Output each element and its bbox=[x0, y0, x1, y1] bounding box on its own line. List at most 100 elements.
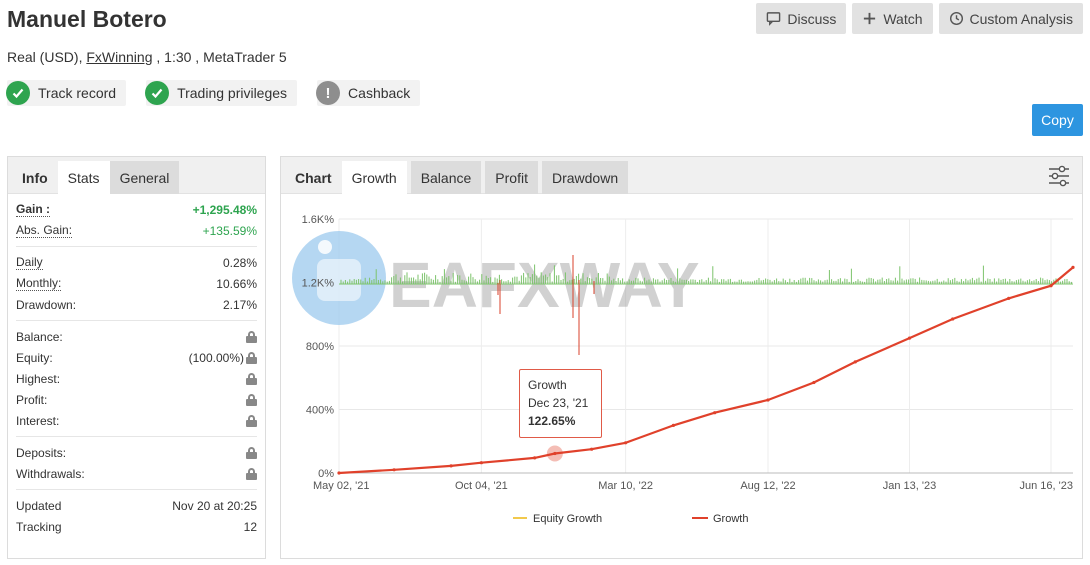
custom-analysis-button[interactable]: Custom Analysis bbox=[938, 3, 1083, 34]
stat-row-updated: Updated Nov 20 at 20:25 bbox=[16, 495, 257, 516]
lock-icon bbox=[246, 468, 257, 481]
stat-value: (100.00%) bbox=[189, 351, 257, 365]
growth-point bbox=[907, 336, 912, 340]
stat-value: Nov 20 at 20:25 bbox=[172, 498, 257, 513]
tab-drawdown[interactable]: Drawdown bbox=[541, 161, 629, 194]
stat-label: Updated bbox=[16, 498, 62, 513]
tab-profit[interactable]: Profit bbox=[485, 161, 538, 194]
growth-point bbox=[812, 380, 816, 385]
lock-icon bbox=[246, 447, 257, 460]
account-type: Real (USD), bbox=[7, 49, 83, 65]
stat-label: Balance: bbox=[16, 329, 63, 344]
check-icon bbox=[145, 81, 170, 105]
watch-button[interactable]: Watch bbox=[852, 3, 933, 34]
sliders-icon[interactable] bbox=[1048, 165, 1070, 187]
stat-row-highest: Highest: bbox=[16, 368, 257, 389]
growth-point bbox=[392, 468, 396, 472]
lock-icon bbox=[246, 352, 257, 365]
copy-button[interactable]: Copy bbox=[1032, 104, 1083, 136]
stat-value: +1,295.48% bbox=[192, 202, 257, 217]
stat-value bbox=[244, 467, 257, 481]
top-actions: Discuss Watch Custom Analysis bbox=[756, 3, 1083, 34]
stat-row-balance: Balance: bbox=[16, 326, 257, 347]
growth-point bbox=[671, 423, 675, 427]
stat-row-interest: Interest: bbox=[16, 410, 257, 431]
stat-label[interactable]: Abs. Gain: bbox=[16, 223, 73, 238]
check-icon bbox=[6, 81, 30, 105]
watermark-logo-dot bbox=[318, 240, 332, 254]
stats-group-transfers: Deposits: Withdrawals: bbox=[16, 437, 257, 490]
stat-row-equity: Equity: (100.00%) bbox=[16, 347, 257, 368]
tab-balance[interactable]: Balance bbox=[410, 161, 482, 194]
x-tick-label: Mar 10, '22 bbox=[598, 480, 653, 492]
tab-chart[interactable]: Chart bbox=[287, 161, 342, 194]
stat-label: Equity: bbox=[16, 350, 53, 365]
legend-growth-label[interactable]: Growth bbox=[713, 513, 748, 525]
stat-label: Highest: bbox=[16, 371, 61, 386]
stats-panel: Info Stats General Gain : +1,295.48% Abs… bbox=[7, 156, 266, 559]
badge-cashback[interactable]: ! Cashback bbox=[316, 80, 421, 106]
chart-tabs: Chart Growth Balance Profit Drawdown bbox=[281, 157, 1082, 194]
watch-label: Watch bbox=[883, 10, 923, 27]
stat-value: 0.28% bbox=[222, 255, 257, 270]
growth-point bbox=[1049, 284, 1053, 288]
tab-stats[interactable]: Stats bbox=[57, 161, 110, 194]
stat-label[interactable]: Daily bbox=[16, 255, 43, 270]
stat-row-abs-gain: Abs. Gain: +135.59% bbox=[16, 220, 257, 241]
hover-marker bbox=[546, 445, 563, 462]
stat-value: 12 bbox=[243, 519, 257, 534]
stat-row-tracking: Tracking 12 bbox=[16, 516, 257, 537]
growth-point bbox=[713, 411, 717, 415]
growth-point bbox=[590, 447, 594, 451]
chart-legend: Equity Growth Growth bbox=[513, 513, 748, 525]
account-subtitle: Real (USD), FxWinning , 1:30 , MetaTrade… bbox=[7, 49, 287, 65]
chart-panel: Chart Growth Balance Profit Drawdown EAF… bbox=[280, 156, 1083, 559]
growth-point bbox=[624, 441, 628, 445]
x-tick-label: Aug 12, '22 bbox=[740, 480, 795, 492]
tab-info[interactable]: Info bbox=[14, 161, 58, 194]
stat-label[interactable]: Monthly: bbox=[16, 276, 62, 291]
growth-point bbox=[1071, 265, 1075, 269]
tooltip-value: 122.65% bbox=[528, 414, 576, 428]
stat-label: Withdrawals: bbox=[16, 466, 85, 481]
x-tick-label: Jan 13, '23 bbox=[883, 480, 936, 492]
badge-track-record[interactable]: Track record bbox=[6, 80, 127, 106]
growth-chart[interactable]: EAFXWAY 0% 400% 800% 1.2K% 1.6K% May 02, '21 O… bbox=[281, 195, 1082, 559]
discuss-button[interactable]: Discuss bbox=[756, 3, 847, 34]
stats-group-meta: Updated Nov 20 at 20:25 Tracking 12 bbox=[16, 490, 257, 542]
x-tick-label: Oct 04, '21 bbox=[455, 480, 508, 492]
stat-row-daily: Daily 0.28% bbox=[16, 252, 257, 273]
tab-general[interactable]: General bbox=[109, 161, 180, 194]
badge-label: Cashback bbox=[348, 85, 411, 101]
badge-trading-privileges[interactable]: Trading privileges bbox=[145, 80, 298, 106]
stat-label[interactable]: Gain : bbox=[16, 202, 51, 217]
tooltip-date: Dec 23, '21 bbox=[528, 396, 589, 410]
stat-row-withdrawals: Withdrawals: bbox=[16, 463, 257, 484]
growth-point bbox=[853, 360, 857, 364]
page-title: Manuel Botero bbox=[7, 6, 167, 32]
badges: Track record Trading privileges ! Cashba… bbox=[6, 80, 421, 106]
stat-row-drawdown: Drawdown: 2.17% bbox=[16, 294, 257, 315]
stat-label: Interest: bbox=[16, 413, 60, 428]
x-tick-label: Jun 16, '23 bbox=[1020, 480, 1073, 492]
y-tick-label: 1.6K% bbox=[302, 214, 335, 226]
stat-label: Profit: bbox=[16, 392, 48, 407]
lock-icon bbox=[246, 373, 257, 386]
y-tick-label: 0% bbox=[318, 468, 334, 480]
discuss-label: Discuss bbox=[787, 10, 837, 27]
stat-row-profit: Profit: bbox=[16, 389, 257, 410]
tab-growth[interactable]: Growth bbox=[341, 161, 407, 194]
stat-value: +135.59% bbox=[202, 223, 257, 238]
broker-link[interactable]: FxWinning bbox=[86, 49, 152, 65]
stat-label: Drawdown: bbox=[16, 297, 77, 312]
x-tick-label: May 02, '21 bbox=[313, 480, 370, 492]
leverage-platform: , 1:30 , MetaTrader 5 bbox=[156, 49, 287, 65]
watermark-text: EAFXWAY bbox=[389, 249, 700, 321]
lock-icon bbox=[246, 415, 257, 428]
stat-label: Tracking bbox=[16, 519, 62, 534]
badge-label: Trading privileges bbox=[177, 85, 288, 101]
legend-equity-label[interactable]: Equity Growth bbox=[533, 513, 602, 525]
stats-group-performance: Daily 0.28% Monthly: 10.66% Drawdown: 2.… bbox=[16, 247, 257, 321]
equity-percent: (100.00%) bbox=[188, 350, 244, 365]
stat-value bbox=[244, 446, 257, 460]
